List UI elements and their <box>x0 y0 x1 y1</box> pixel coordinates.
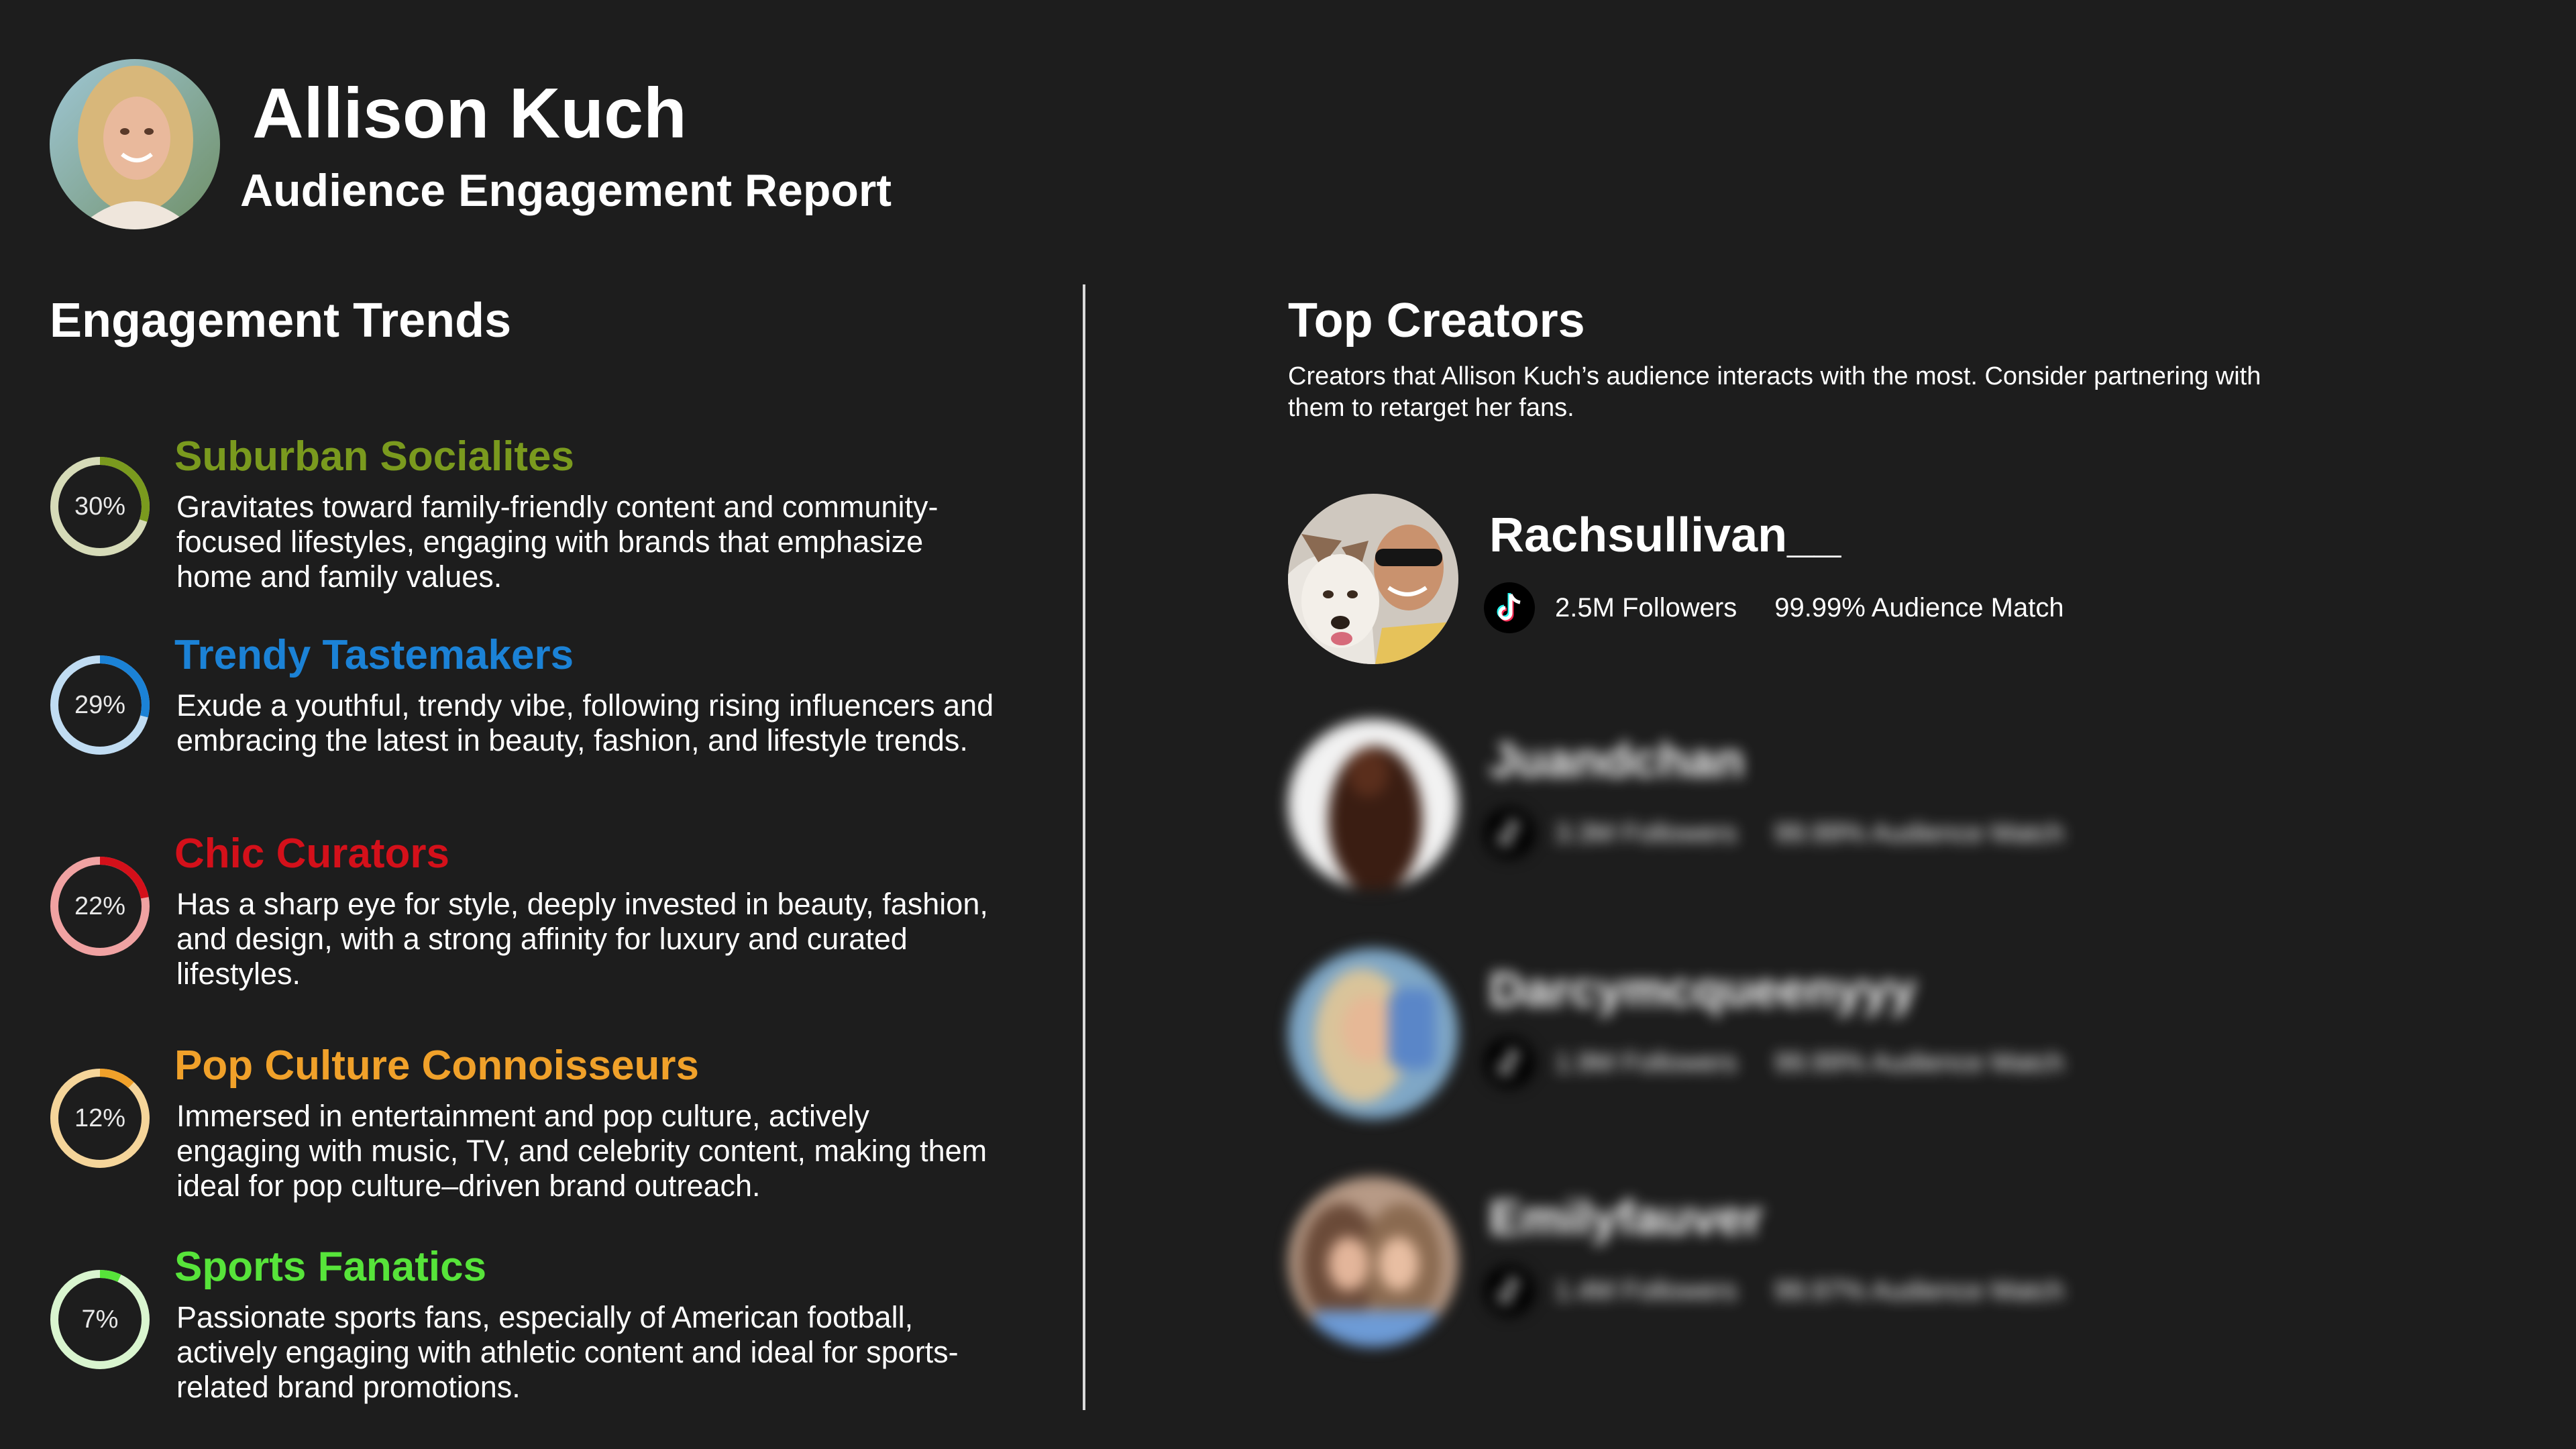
creator-stats: 1.9M Followers 99.99% Audience Match <box>1484 1036 2064 1089</box>
creator-row[interactable]: Rachsullivan__ 2.5M Followers 99.99% Aud… <box>1288 494 2200 668</box>
engagement-trends-title: Engagement Trends <box>50 294 512 347</box>
creator-audience-match: 99.99% Audience Match <box>1774 818 2064 848</box>
creator-name: Rachsullivan__ <box>1489 508 1841 562</box>
creator-stats: 1.4M Followers 99.97% Audience Match <box>1484 1264 2064 1318</box>
trend-name: Suburban Socialites <box>174 433 575 480</box>
creator-avatar <box>1288 494 1458 664</box>
creator-audience-match: 99.97% Audience Match <box>1774 1275 2064 1305</box>
tiktok-icon <box>1484 1265 1535 1316</box>
creator-avatar <box>1288 1177 1458 1347</box>
trend-description: Passionate sports fans, especially of Am… <box>176 1300 959 1404</box>
trend-percent-ring: 30% <box>50 456 150 557</box>
creator-name: Darcymcqueenyyy <box>1489 963 1917 1017</box>
report-subtitle: Audience Engagement Report <box>240 165 892 216</box>
profile-avatar <box>50 59 220 229</box>
creator-avatar <box>1288 719 1458 890</box>
tiktok-icon <box>1484 1037 1535 1088</box>
creator-name-title: Allison Kuch <box>252 74 687 153</box>
trend-percent-label: 22% <box>74 892 126 920</box>
trend-description: Gravitates toward family-friendly conten… <box>176 490 938 594</box>
trend-name: Trendy Tastemakers <box>174 632 574 678</box>
trend-name: Pop Culture Connoisseurs <box>174 1042 699 1089</box>
creator-avatar <box>1288 949 1458 1119</box>
report-page: Allison Kuch Audience Engagement Report … <box>0 0 2576 1449</box>
section-divider <box>1083 284 1085 1410</box>
trend-name: Chic Curators <box>174 830 449 877</box>
trend-percent-label: 12% <box>74 1104 126 1132</box>
creator-name: Emilyfauver <box>1489 1191 1764 1245</box>
creator-stats: 3.3M Followers 99.99% Audience Match <box>1484 806 2064 860</box>
trend-percent-label: 7% <box>81 1305 119 1334</box>
trend-percent-label: 30% <box>74 492 126 521</box>
trend-percent-ring: 22% <box>50 856 150 957</box>
creator-followers: 2.5M Followers <box>1555 592 1737 623</box>
creator-row[interactable]: Juandchan 3.3M Followers 99.99% Audience… <box>1288 719 2200 894</box>
creator-audience-match: 99.99% Audience Match <box>1774 592 2064 623</box>
trend-percent-ring: 29% <box>50 655 150 755</box>
creator-followers: 1.4M Followers <box>1555 1275 1737 1305</box>
tiktok-icon <box>1484 808 1535 859</box>
top-creators-title: Top Creators <box>1288 294 1585 347</box>
trend-description: Immersed in entertainment and pop cultur… <box>176 1099 987 1203</box>
creator-followers: 3.3M Followers <box>1555 818 1737 848</box>
top-creators-description: Creators that Allison Kuch’s audience in… <box>1288 362 2261 422</box>
trend-percent-ring: 7% <box>50 1269 150 1370</box>
trend-percent-label: 29% <box>74 691 126 719</box>
creator-row[interactable]: Darcymcqueenyyy 1.9M Followers 99.99% Au… <box>1288 949 2200 1123</box>
trend-description: Exude a youthful, trendy vibe, following… <box>176 688 994 757</box>
trend-name: Sports Fanatics <box>174 1244 487 1290</box>
trend-description: Has a sharp eye for style, deeply invest… <box>176 887 988 991</box>
creator-followers: 1.9M Followers <box>1555 1047 1737 1077</box>
creator-row[interactable]: Emilyfauver 1.4M Followers 99.97% Audien… <box>1288 1177 2200 1351</box>
creator-stats: 2.5M Followers 99.99% Audience Match <box>1484 581 2064 635</box>
trend-percent-ring: 12% <box>50 1068 150 1169</box>
tiktok-icon <box>1484 582 1535 633</box>
creator-audience-match: 99.99% Audience Match <box>1774 1047 2064 1077</box>
creator-name: Juandchan <box>1489 734 1745 788</box>
